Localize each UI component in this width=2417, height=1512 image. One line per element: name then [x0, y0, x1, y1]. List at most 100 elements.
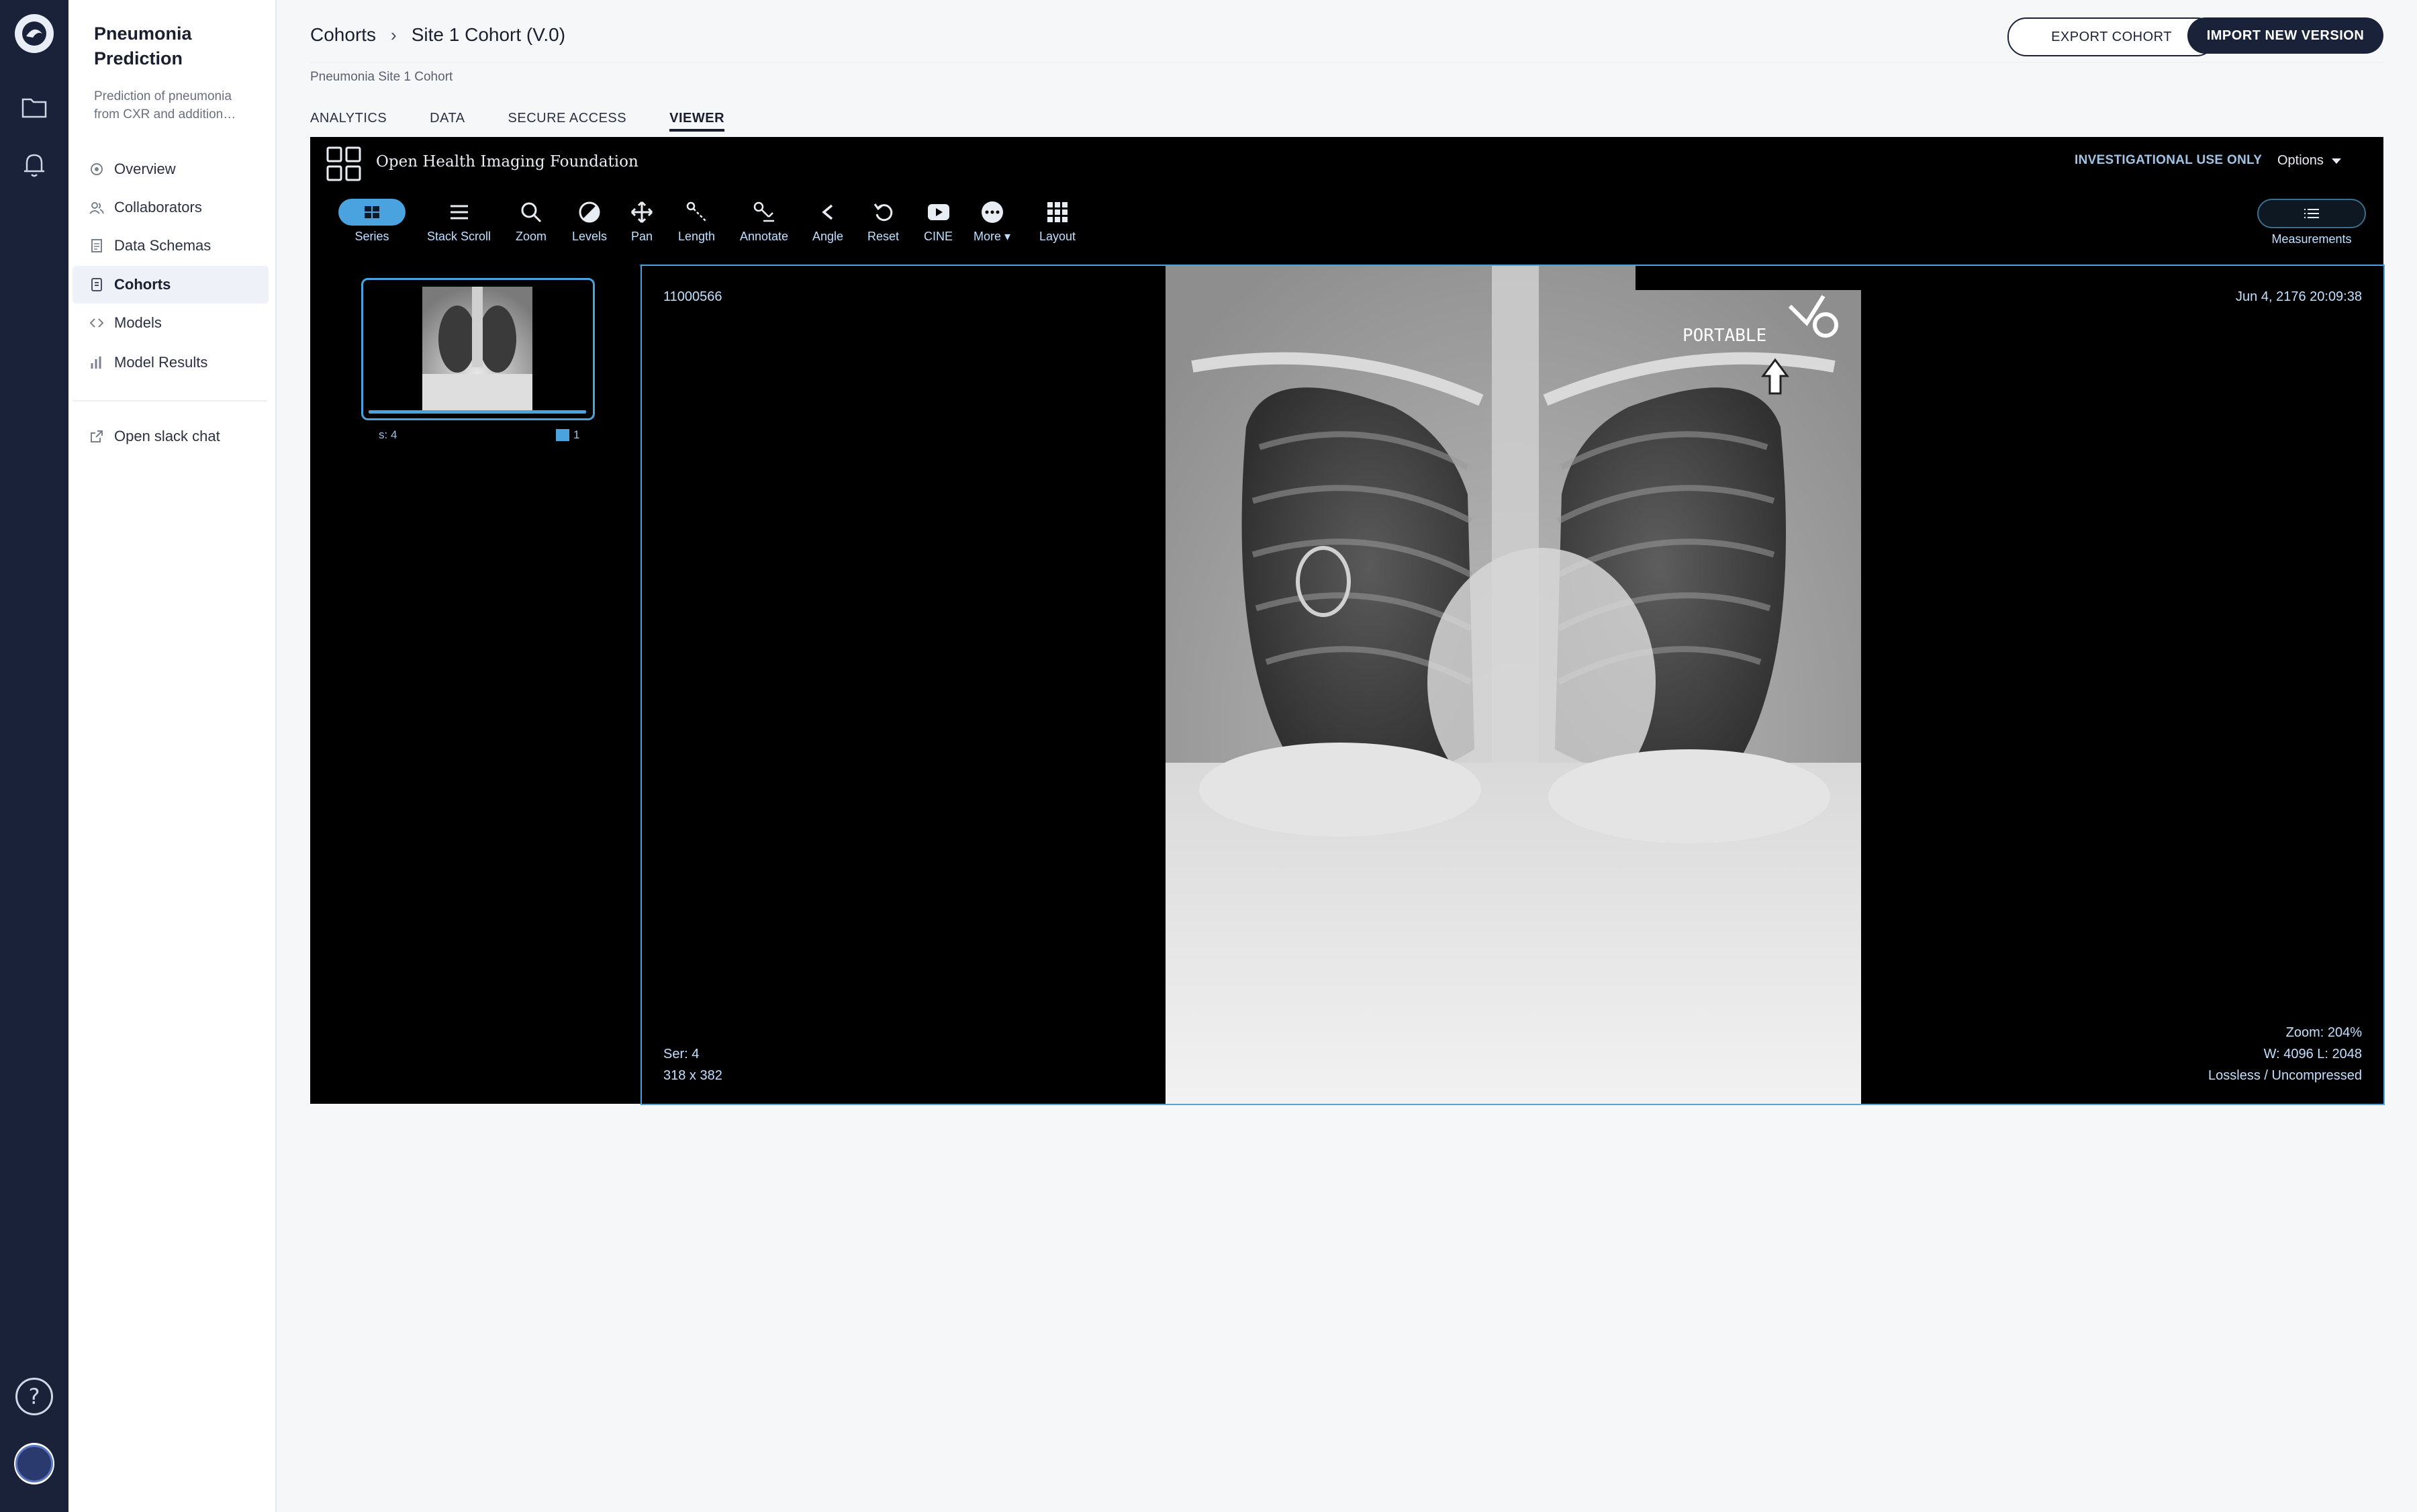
- external-link-icon: [89, 428, 105, 444]
- overlay-series-info: Ser: 4 318 x 382: [663, 1043, 722, 1086]
- breadcrumb: Cohorts › Site 1 Cohort (V.0): [310, 20, 565, 50]
- user-avatar[interactable]: [14, 1443, 54, 1484]
- tool-series[interactable]: Series: [338, 199, 406, 244]
- bar-chart-icon: [89, 355, 105, 371]
- tab-bar: ANALYTICS DATA SECURE ACCESS VIEWER: [310, 107, 767, 132]
- tool-more-text: More: [974, 230, 1002, 243]
- thumbnail-series-number: s: 4: [379, 428, 397, 441]
- app-rail: ?: [0, 0, 68, 1512]
- stack-icon: [556, 429, 569, 441]
- app-logo-icon[interactable]: [14, 13, 54, 54]
- sidebar-item-models[interactable]: Models: [73, 304, 269, 342]
- tab-secure-access[interactable]: SECURE ACCESS: [508, 107, 627, 129]
- measurements-label: Measurements: [2271, 232, 2352, 246]
- tool-label: Pan: [630, 230, 653, 243]
- tool-label: Levels: [572, 230, 608, 243]
- tool-annotate[interactable]: Annotate: [740, 199, 788, 244]
- overview-icon: [89, 161, 105, 177]
- export-cohort-button[interactable]: EXPORT COHORT: [2007, 17, 2216, 56]
- thumbnail-xray-image: [422, 287, 532, 412]
- users-icon: [89, 199, 105, 216]
- sidebar-item-data-schemas[interactable]: Data Schemas: [73, 227, 269, 265]
- sidebar-item-cohorts[interactable]: Cohorts: [73, 266, 269, 303]
- tool-zoom[interactable]: Zoom: [516, 199, 547, 244]
- tool-label: Stack Scroll: [427, 230, 491, 243]
- tool-reset[interactable]: Reset: [867, 199, 899, 244]
- project-description: Prediction of pneumonia from CXR and add…: [94, 89, 236, 122]
- image-count-value: 1: [573, 428, 580, 441]
- bell-icon[interactable]: [14, 145, 54, 185]
- viewer-toolbar: Series Stack Scroll Zoom Levels Pan Leng…: [310, 191, 2383, 266]
- help-icon[interactable]: ?: [14, 1376, 54, 1417]
- image-dimensions: 318 x 382: [663, 1068, 722, 1083]
- tool-label: Series: [354, 230, 389, 243]
- sidebar-item-collaborators[interactable]: Collaborators: [73, 189, 269, 226]
- series-number: Ser: 4: [663, 1047, 700, 1061]
- import-new-version-button[interactable]: IMPORT NEW VERSION: [2187, 17, 2383, 54]
- reset-icon: [873, 199, 894, 226]
- breadcrumb-current: Site 1 Cohort (V.0): [411, 24, 566, 45]
- tool-stack-scroll[interactable]: Stack Scroll: [427, 199, 491, 244]
- xray-portable-marker: PORTABLE: [1683, 326, 1766, 346]
- tool-angle[interactable]: Angle: [812, 199, 843, 244]
- layout-grid-icon: [1047, 199, 1068, 226]
- project-sidebar: Pneumonia Prediction Prediction of pneum…: [68, 0, 277, 1512]
- ohif-viewer: Open Health Imaging Foundation INVESTIGA…: [310, 137, 2385, 1105]
- search-icon: [520, 199, 542, 226]
- tab-data[interactable]: DATA: [430, 107, 465, 129]
- breadcrumb-cohorts[interactable]: Cohorts: [310, 24, 376, 46]
- zoom-level: Zoom: 204%: [2285, 1025, 2362, 1040]
- folder-icon[interactable]: [14, 87, 54, 128]
- tool-label: Angle: [812, 230, 844, 243]
- sidebar-item-overview[interactable]: Overview: [73, 150, 269, 188]
- tool-label: Layout: [1039, 230, 1076, 243]
- slack-link-label: Open slack chat: [114, 428, 220, 444]
- patient-id: 11000566: [663, 289, 722, 304]
- options-dropdown[interactable]: Options: [2277, 153, 2341, 169]
- project-title: Pneumonia Prediction: [94, 23, 192, 68]
- sidebar-item-label: Cohorts: [114, 276, 171, 293]
- tool-levels[interactable]: Levels: [572, 199, 607, 244]
- study-datetime: Jun 4, 2176 20:09:38: [2236, 289, 2362, 304]
- tool-label: Reset: [867, 230, 900, 243]
- sidebar-item-label: Collaborators: [114, 199, 202, 216]
- chevron-right-icon: ›: [391, 24, 397, 45]
- grid-icon: [338, 199, 406, 226]
- sidebar-item-model-results[interactable]: Model Results: [73, 344, 269, 381]
- list-icon: [2257, 199, 2366, 228]
- move-icon: [630, 199, 653, 226]
- header-divider: [310, 62, 2383, 63]
- bars-icon: [449, 199, 469, 226]
- tool-label: Annotate: [740, 230, 789, 243]
- compression-info: Lossless / Uncompressed: [2208, 1068, 2362, 1083]
- more-icon: [981, 199, 1004, 226]
- overlay-patient-id: 11000566: [663, 286, 722, 308]
- open-slack-chat-link[interactable]: Open slack chat: [73, 418, 269, 455]
- cohort-name: Pneumonia Site 1 Cohort: [310, 70, 453, 84]
- tab-viewer[interactable]: VIEWER: [669, 107, 725, 132]
- image-viewport[interactable]: PORTABLE 11000566 Jun 4, 2176 20:09:38 S…: [641, 265, 2385, 1105]
- levels-icon: [578, 199, 601, 226]
- tool-cine[interactable]: CINE: [924, 199, 953, 244]
- schema-icon: [89, 238, 105, 254]
- tool-more[interactable]: More ▾: [974, 199, 1010, 244]
- code-icon: [89, 315, 105, 331]
- sidebar-item-label: Model Results: [114, 354, 208, 371]
- angle-icon: [820, 199, 836, 226]
- measurements-toggle[interactable]: Measurements: [2257, 199, 2366, 246]
- tab-analytics[interactable]: ANALYTICS: [310, 107, 387, 129]
- tool-layout[interactable]: Layout: [1039, 199, 1076, 244]
- cohort-icon: [89, 277, 105, 293]
- tool-pan[interactable]: Pan: [630, 199, 653, 244]
- tool-label: More ▾: [974, 230, 1011, 243]
- tool-label: CINE: [924, 230, 953, 243]
- ohif-logo-icon: [326, 146, 361, 181]
- overlay-datetime: Jun 4, 2176 20:09:38: [2236, 286, 2362, 308]
- options-label: Options: [2277, 153, 2324, 168]
- viewer-app-name: Open Health Imaging Foundation: [376, 153, 638, 171]
- tool-length[interactable]: Length: [678, 199, 715, 244]
- thumbnail-image-count: 1: [556, 428, 579, 442]
- series-thumbnail[interactable]: [361, 278, 595, 420]
- annotate-icon: [753, 199, 775, 226]
- caret-down-icon: [2331, 158, 2341, 164]
